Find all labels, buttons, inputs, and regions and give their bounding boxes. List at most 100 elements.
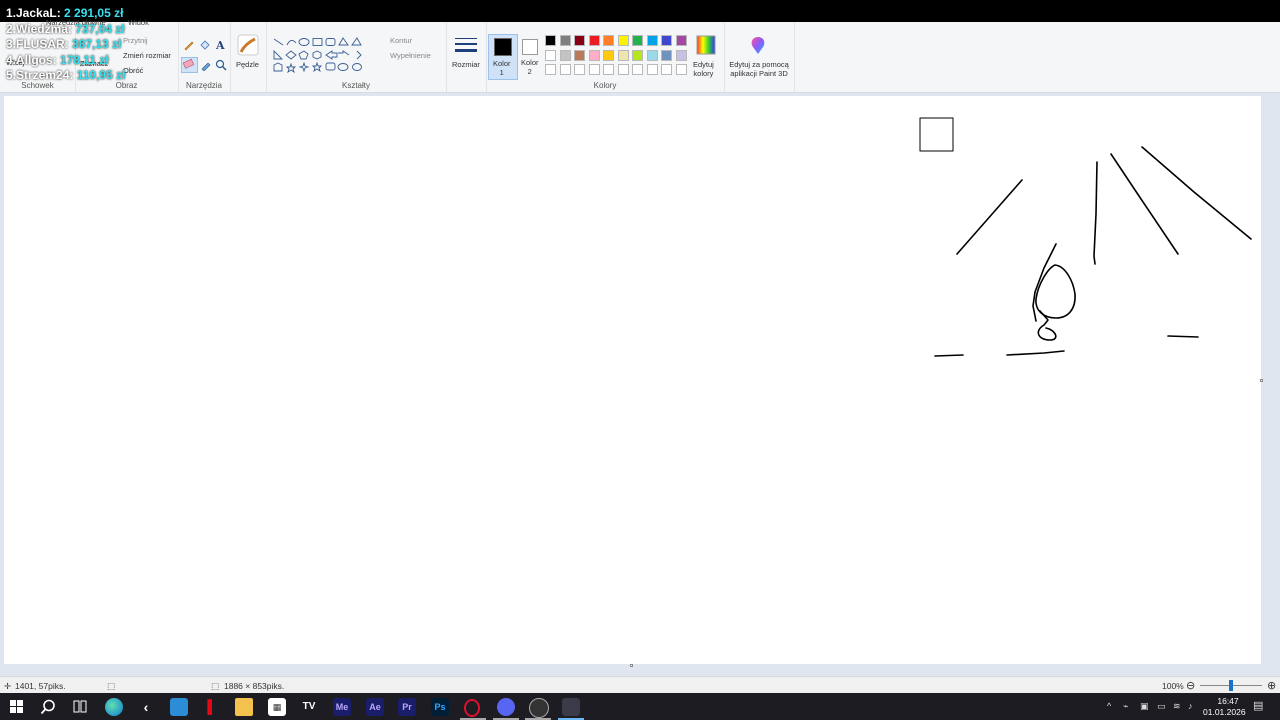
palette-swatch[interactable]: [588, 49, 600, 61]
tiktok-like-icon[interactable]: TV: [300, 698, 318, 716]
opera-icon[interactable]: [464, 699, 480, 717]
custom-color-slot[interactable]: [574, 64, 585, 75]
custom-color-slot[interactable]: [661, 64, 672, 75]
monitor-icon[interactable]: ▣: [1140, 701, 1149, 712]
drawn-stroke: [1093, 161, 1098, 265]
palette-swatch[interactable]: [646, 35, 658, 46]
paint3d-button[interactable]: Edytuj za pomocą aplikacji Paint 3D: [727, 60, 791, 78]
palette-swatch[interactable]: [661, 49, 672, 61]
color1-button[interactable]: Kolor 1: [488, 34, 518, 80]
palette-swatch[interactable]: [632, 35, 643, 46]
zoom-level: 100%: [1162, 681, 1184, 691]
color1-label-line2: 1: [499, 68, 504, 77]
discord-icon[interactable]: [497, 698, 515, 716]
size-button[interactable]: Rozmiar: [452, 60, 480, 69]
shapes-gallery-icon[interactable]: [273, 37, 373, 75]
paint3d-icon[interactable]: [749, 36, 767, 56]
rotate-button[interactable]: Obróć: [123, 66, 143, 75]
palette-swatch[interactable]: [574, 35, 585, 46]
paint-icon[interactable]: [562, 698, 580, 716]
clock-date[interactable]: 01.01.2026: [1203, 707, 1246, 717]
resize-handle-right[interactable]: [1260, 379, 1263, 382]
custom-color-slot[interactable]: [545, 64, 556, 75]
donor-amount: 737,04 zł: [75, 21, 125, 36]
palette-swatch[interactable]: [675, 49, 687, 61]
drawing-canvas[interactable]: [4, 96, 1261, 664]
photoshop-icon[interactable]: Ps: [431, 698, 449, 716]
palette-swatch[interactable]: [559, 35, 571, 46]
donor-name: 5.Strzem24:: [6, 68, 74, 82]
zoom-in-button[interactable]: ⊕: [1267, 679, 1276, 692]
palette-swatch[interactable]: [603, 49, 614, 61]
clock-time[interactable]: 16:47: [1210, 696, 1246, 706]
text-icon[interactable]: A: [214, 39, 226, 51]
zoom-out-button[interactable]: ⊖: [1186, 679, 1195, 692]
search-icon[interactable]: [40, 699, 56, 715]
resize-button[interactable]: Zmień rozmiar: [123, 51, 171, 60]
windows-start-icon[interactable]: [10, 700, 23, 713]
display-icon[interactable]: ▭: [1157, 701, 1166, 712]
magnifier-icon[interactable]: [215, 59, 227, 71]
custom-color-slot[interactable]: [675, 64, 687, 75]
edit-colors-button[interactable]: Edytuj kolory: [693, 60, 714, 78]
color-picker-icon[interactable]: [200, 59, 212, 71]
zoom-slider-thumb[interactable]: [1229, 680, 1233, 691]
palette-swatch[interactable]: [545, 49, 556, 61]
palette-swatch[interactable]: [603, 35, 614, 46]
brushes-icon[interactable]: [237, 34, 259, 56]
color2-label: Kolor 2: [521, 58, 539, 76]
edge-icon[interactable]: [105, 698, 123, 716]
pencil-icon[interactable]: [183, 39, 195, 51]
resize-handle-bottom[interactable]: [630, 664, 633, 667]
task-view-icon[interactable]: [73, 700, 87, 713]
tray-expand-icon[interactable]: ^: [1107, 701, 1111, 711]
custom-color-slot[interactable]: [632, 64, 643, 75]
notifications-icon[interactable]: ▤: [1253, 699, 1263, 712]
custom-color-slot[interactable]: [646, 64, 658, 75]
color2-label-line1: Kolor: [521, 58, 539, 67]
premiere-icon[interactable]: Pr: [398, 698, 416, 716]
edit-colors-icon[interactable]: [696, 35, 716, 55]
palette-swatch[interactable]: [559, 49, 571, 61]
custom-color-slot[interactable]: [559, 64, 571, 75]
palette-swatch[interactable]: [617, 49, 629, 61]
volume-icon[interactable]: ♪: [1188, 701, 1193, 711]
outline-dropdown[interactable]: Kontur: [390, 36, 412, 45]
brushes-button[interactable]: Pędzle: [236, 60, 259, 69]
fill-dropdown[interactable]: Wypełnienie: [390, 51, 431, 60]
after-effects-icon[interactable]: Ae: [366, 698, 384, 716]
crop-button[interactable]: Przytnij: [123, 36, 148, 45]
eraser-icon[interactable]: [181, 57, 198, 73]
paint-ribbon: Narzędzia główne Widok Wklej Schowek Zaz…: [0, 18, 1280, 93]
app-icon[interactable]: [170, 698, 188, 716]
wifi-icon[interactable]: ≋: [1173, 701, 1181, 712]
drawn-stroke: [1037, 310, 1057, 341]
fill-bucket-icon[interactable]: [198, 39, 210, 51]
colors-group-label: Kolory: [593, 81, 617, 90]
network-icon[interactable]: ⌁: [1123, 701, 1128, 712]
drawing-surface[interactable]: [4, 96, 1261, 664]
edit-colors-line1: Edytuj: [693, 60, 714, 69]
palette-swatch[interactable]: [661, 35, 672, 46]
custom-color-slot[interactable]: [588, 64, 600, 75]
palette-swatch[interactable]: [574, 49, 585, 61]
back-arrow-app-icon[interactable]: ‹: [137, 698, 155, 716]
obs-icon[interactable]: [529, 698, 549, 718]
netflix-icon[interactable]: ▌: [203, 698, 221, 716]
size-icon[interactable]: [454, 36, 478, 56]
size-group: Rozmiar: [446, 22, 487, 92]
palette-swatch[interactable]: [632, 49, 643, 61]
custom-color-slot[interactable]: [603, 64, 614, 75]
media-encoder-icon[interactable]: Me: [333, 698, 351, 716]
status-bar: ✛ 1401, 57piks. ⬚ ⬚ 1886 × 853piks. 100%…: [0, 676, 1280, 694]
palette-swatch[interactable]: [675, 35, 687, 46]
palette-swatch[interactable]: [617, 35, 629, 46]
palette-swatch[interactable]: [545, 35, 556, 46]
color2-button[interactable]: Kolor 2: [519, 37, 547, 81]
custom-color-slot[interactable]: [617, 64, 629, 75]
store-icon[interactable]: ▦: [268, 698, 286, 716]
palette-swatch[interactable]: [588, 35, 600, 46]
palette-swatch[interactable]: [646, 49, 658, 61]
file-explorer-icon[interactable]: [235, 698, 253, 716]
drawn-stroke: [1032, 243, 1057, 322]
